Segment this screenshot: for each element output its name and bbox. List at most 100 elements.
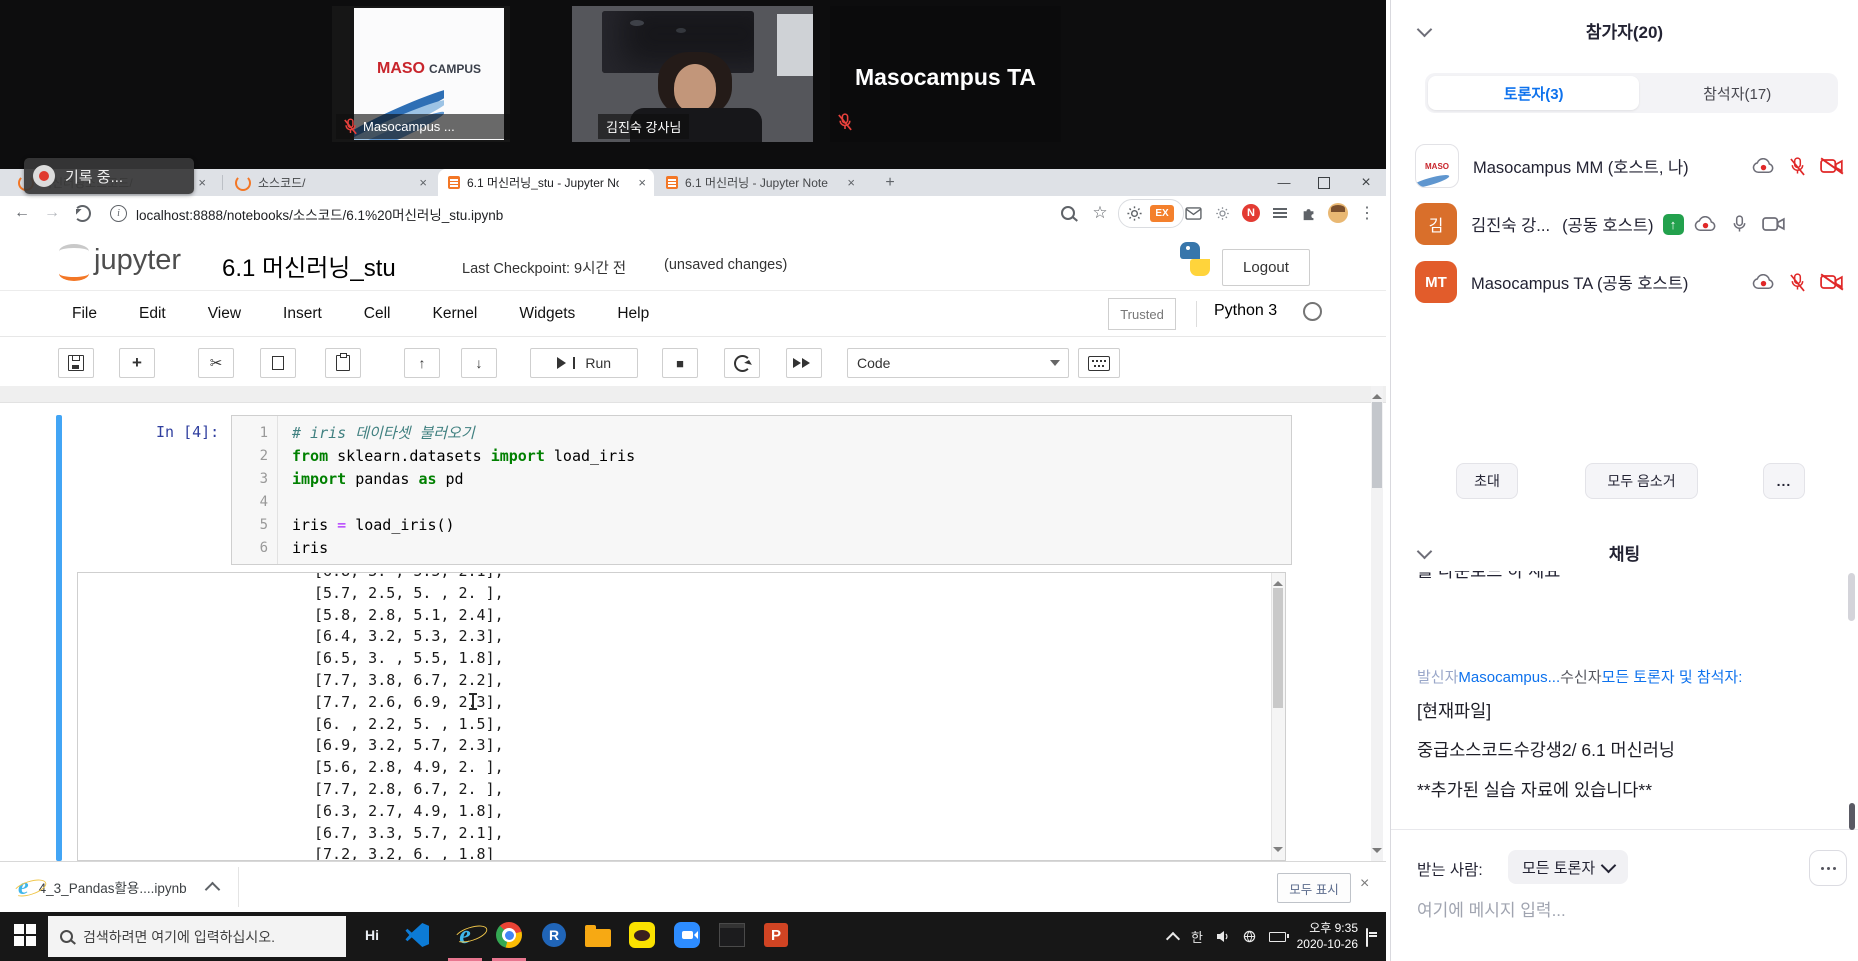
browser-menu-dots-icon[interactable]: ⋮	[1355, 201, 1379, 225]
window-close-button[interactable]: ×	[1346, 169, 1386, 196]
gear-extension-icon[interactable]	[1122, 201, 1146, 225]
save-button[interactable]	[58, 348, 94, 378]
menu-view[interactable]: View	[208, 305, 241, 323]
forward-button[interactable]: →	[38, 199, 66, 227]
scroll-down-icon[interactable]	[1273, 847, 1283, 857]
move-cell-down-button[interactable]: ↓	[461, 348, 497, 378]
participant-row[interactable]: MASO Masocampus MM (호스트, 나)	[1415, 137, 1844, 195]
ex-extension-icon[interactable]: EX	[1150, 201, 1174, 225]
bookmark-star-icon[interactable]: ☆	[1088, 201, 1112, 225]
download-item[interactable]: e 4_3_Pandas활용....ipynb	[18, 870, 220, 904]
tab-attendees[interactable]: 참석자(17)	[1639, 76, 1835, 110]
taskbar-search-box[interactable]: 검색하려면 여기에 입력하십시오.	[48, 916, 346, 957]
browser-tab-2[interactable]: 소스코드/ ×	[225, 169, 435, 196]
taskbar-ie-icon[interactable]: e	[444, 912, 486, 958]
site-info-icon[interactable]: i	[110, 205, 127, 222]
mic-off-icon[interactable]	[1790, 156, 1805, 176]
mute-all-button[interactable]: 모두 음소거	[1585, 463, 1698, 499]
new-tab-button[interactable]: +	[876, 169, 904, 196]
scroll-up-icon[interactable]	[1273, 576, 1283, 586]
mail-extension-icon[interactable]	[1181, 201, 1205, 225]
move-cell-up-button[interactable]: ↑	[404, 348, 440, 378]
panel-scrollbar-thumb[interactable]	[1848, 573, 1855, 621]
back-button[interactable]: ←	[8, 199, 36, 227]
tray-clock[interactable]: 오후 9:35 2020-10-26	[1282, 920, 1358, 952]
mic-icon[interactable]	[1732, 214, 1747, 234]
interrupt-kernel-button[interactable]: ■	[662, 348, 698, 378]
chat-scrollbar-thumb[interactable]	[1849, 803, 1855, 830]
cell-output-area[interactable]: [6.8, 3. , 5.5, 2.1], [5.7, 2.5, 5. , 2.…	[77, 572, 1286, 861]
taskbar-powerpoint-icon[interactable]: P	[755, 912, 797, 958]
sender-name[interactable]: Masocampus...	[1458, 669, 1560, 686]
run-cell-button[interactable]: Run	[530, 348, 638, 378]
command-palette-button[interactable]	[1078, 348, 1120, 378]
scrollbar-thumb[interactable]	[1273, 588, 1283, 708]
participant-row[interactable]: MT Masocampus TA (공동 호스트)	[1415, 253, 1844, 311]
close-download-bar-icon[interactable]: ×	[1360, 875, 1369, 893]
video-off-icon[interactable]	[1820, 273, 1844, 291]
menu-kernel[interactable]: Kernel	[433, 305, 478, 323]
chat-more-button[interactable]	[1809, 850, 1847, 886]
taskbar-r-app-icon[interactable]: R	[533, 912, 575, 958]
zoom-page-icon[interactable]	[1056, 201, 1080, 225]
video-off-icon[interactable]	[1820, 157, 1844, 175]
window-minimize-button[interactable]: —	[1264, 169, 1304, 196]
cut-cell-button[interactable]: ✂	[198, 348, 234, 378]
tray-expand-icon[interactable]	[1165, 931, 1181, 946]
scroll-down-icon[interactable]	[1372, 848, 1382, 858]
reading-list-icon[interactable]	[1268, 201, 1292, 225]
copy-cell-button[interactable]	[260, 348, 296, 378]
scrollbar-thumb[interactable]	[1372, 402, 1382, 488]
menu-insert[interactable]: Insert	[283, 305, 322, 323]
video-icon[interactable]	[1761, 215, 1786, 233]
participant-row[interactable]: 김 김진숙 강... (공동 호스트) ↑	[1415, 195, 1844, 253]
gear2-extension-icon[interactable]	[1210, 201, 1234, 225]
menu-cell[interactable]: Cell	[364, 305, 391, 323]
scroll-up-icon[interactable]	[1372, 389, 1382, 399]
chat-input-placeholder[interactable]: 여기에 메시지 입력...	[1417, 896, 1566, 921]
cell-type-select[interactable]: Code	[847, 348, 1069, 378]
notebook-title[interactable]: 6.1 머신러닝_stu	[222, 248, 396, 283]
code-lines[interactable]: # iris 데이타셋 불러오기 from sklearn.datasets i…	[292, 422, 635, 560]
taskbar-terminal-icon[interactable]	[711, 912, 753, 958]
jupyter-logo-icon[interactable]	[58, 242, 94, 282]
restart-run-all-button[interactable]	[786, 348, 822, 378]
browser-tab-active[interactable]: 6.1 머신러닝_stu - Jupyter Note ×	[438, 169, 654, 196]
network-icon[interactable]	[1243, 930, 1256, 943]
chevron-up-icon[interactable]	[204, 881, 220, 897]
browser-tab-4[interactable]: 6.1 머신러닝 - Jupyter Notebo ×	[656, 169, 863, 196]
tab-close-icon[interactable]: ×	[411, 175, 435, 190]
receiver-name[interactable]: 모든 토론자 및 참석자:	[1602, 669, 1743, 686]
trusted-button[interactable]: Trusted	[1108, 298, 1176, 330]
menu-widgets[interactable]: Widgets	[519, 305, 575, 323]
page-scrollbar[interactable]	[1371, 386, 1383, 861]
window-maximize-button[interactable]	[1304, 169, 1344, 196]
menu-edit[interactable]: Edit	[139, 305, 166, 323]
invite-button[interactable]: 초대	[1456, 463, 1518, 499]
taskbar-app-hi-icon[interactable]: Hi	[351, 912, 393, 958]
taskbar-chrome-icon[interactable]	[488, 912, 530, 958]
mic-off-icon[interactable]	[1790, 272, 1805, 292]
speaker-icon[interactable]	[1216, 930, 1230, 943]
tab-close-icon[interactable]: ×	[630, 175, 654, 190]
tab-discussants[interactable]: 토론자(3)	[1428, 76, 1640, 110]
taskbar-vscode-icon[interactable]	[396, 912, 438, 958]
output-scrollbar[interactable]	[1271, 573, 1285, 860]
logout-button[interactable]: Logout	[1222, 249, 1310, 286]
participants-more-button[interactable]: ...	[1763, 463, 1805, 499]
taskbar-folder-icon[interactable]	[577, 912, 619, 958]
add-cell-button[interactable]: +	[119, 348, 155, 378]
profile-avatar-icon[interactable]	[1326, 201, 1350, 225]
send-to-dropdown[interactable]: 모든 토론자	[1508, 850, 1629, 884]
tab-close-icon[interactable]: ×	[839, 175, 863, 190]
menu-file[interactable]: File	[72, 305, 97, 323]
start-button[interactable]	[4, 912, 46, 958]
restart-kernel-button[interactable]	[724, 348, 760, 378]
taskbar-zoom-icon[interactable]	[666, 912, 708, 958]
url-text[interactable]: localhost:8888/notebooks/소스코드/6.1%20머신러닝…	[136, 204, 503, 224]
n-extension-icon[interactable]: N	[1239, 201, 1263, 225]
jupyter-logo-text[interactable]: jupyter	[94, 244, 181, 277]
recording-indicator[interactable]: 기록 중...	[24, 158, 194, 194]
taskbar-kakaotalk-icon[interactable]	[621, 912, 663, 958]
reload-button[interactable]	[68, 199, 96, 227]
